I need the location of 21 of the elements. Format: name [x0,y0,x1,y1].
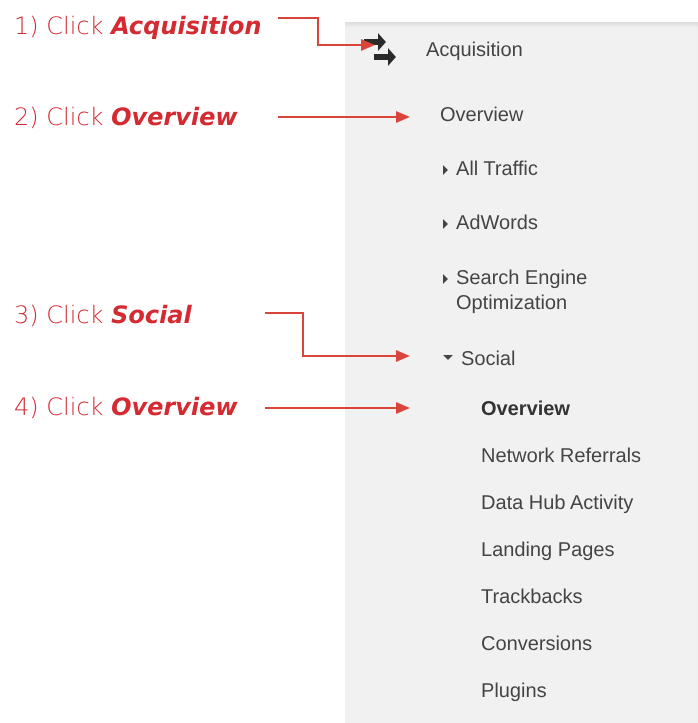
menu-link[interactable]: Overview [440,102,524,128]
submenu-link[interactable]: Conversions [481,632,592,657]
caret-right-icon[interactable] [443,218,448,228]
submenu-link[interactable]: Landing Pages [481,538,614,563]
menu-link[interactable]: Social [461,346,516,372]
section-link[interactable]: Acquisition [426,38,523,62]
caret-right-icon[interactable] [443,164,448,174]
submenu-link[interactable]: Data Hub Activity [481,491,634,516]
submenu-link[interactable]: Plugins [481,679,547,704]
caret-down-icon[interactable] [443,354,453,360]
menu-link[interactable]: All Traffic [456,156,538,182]
instruction-text: 1) Click Acquisition [14,11,262,42]
menu-link[interactable]: AdWords [456,210,538,236]
instruction-text: 3) Click Social [14,300,192,331]
submenu-link[interactable]: Network Referrals [481,444,642,469]
caret-right-icon[interactable] [443,274,448,284]
instruction-text: 2) Click Overview [14,102,238,133]
instruction-text: 4) Click Overview [14,392,238,423]
submenu-link[interactable]: Trackbacks [481,585,583,610]
submenu-link[interactable]: Overview [481,397,570,422]
menu-link[interactable]: Search Engine Optimization [456,266,626,316]
